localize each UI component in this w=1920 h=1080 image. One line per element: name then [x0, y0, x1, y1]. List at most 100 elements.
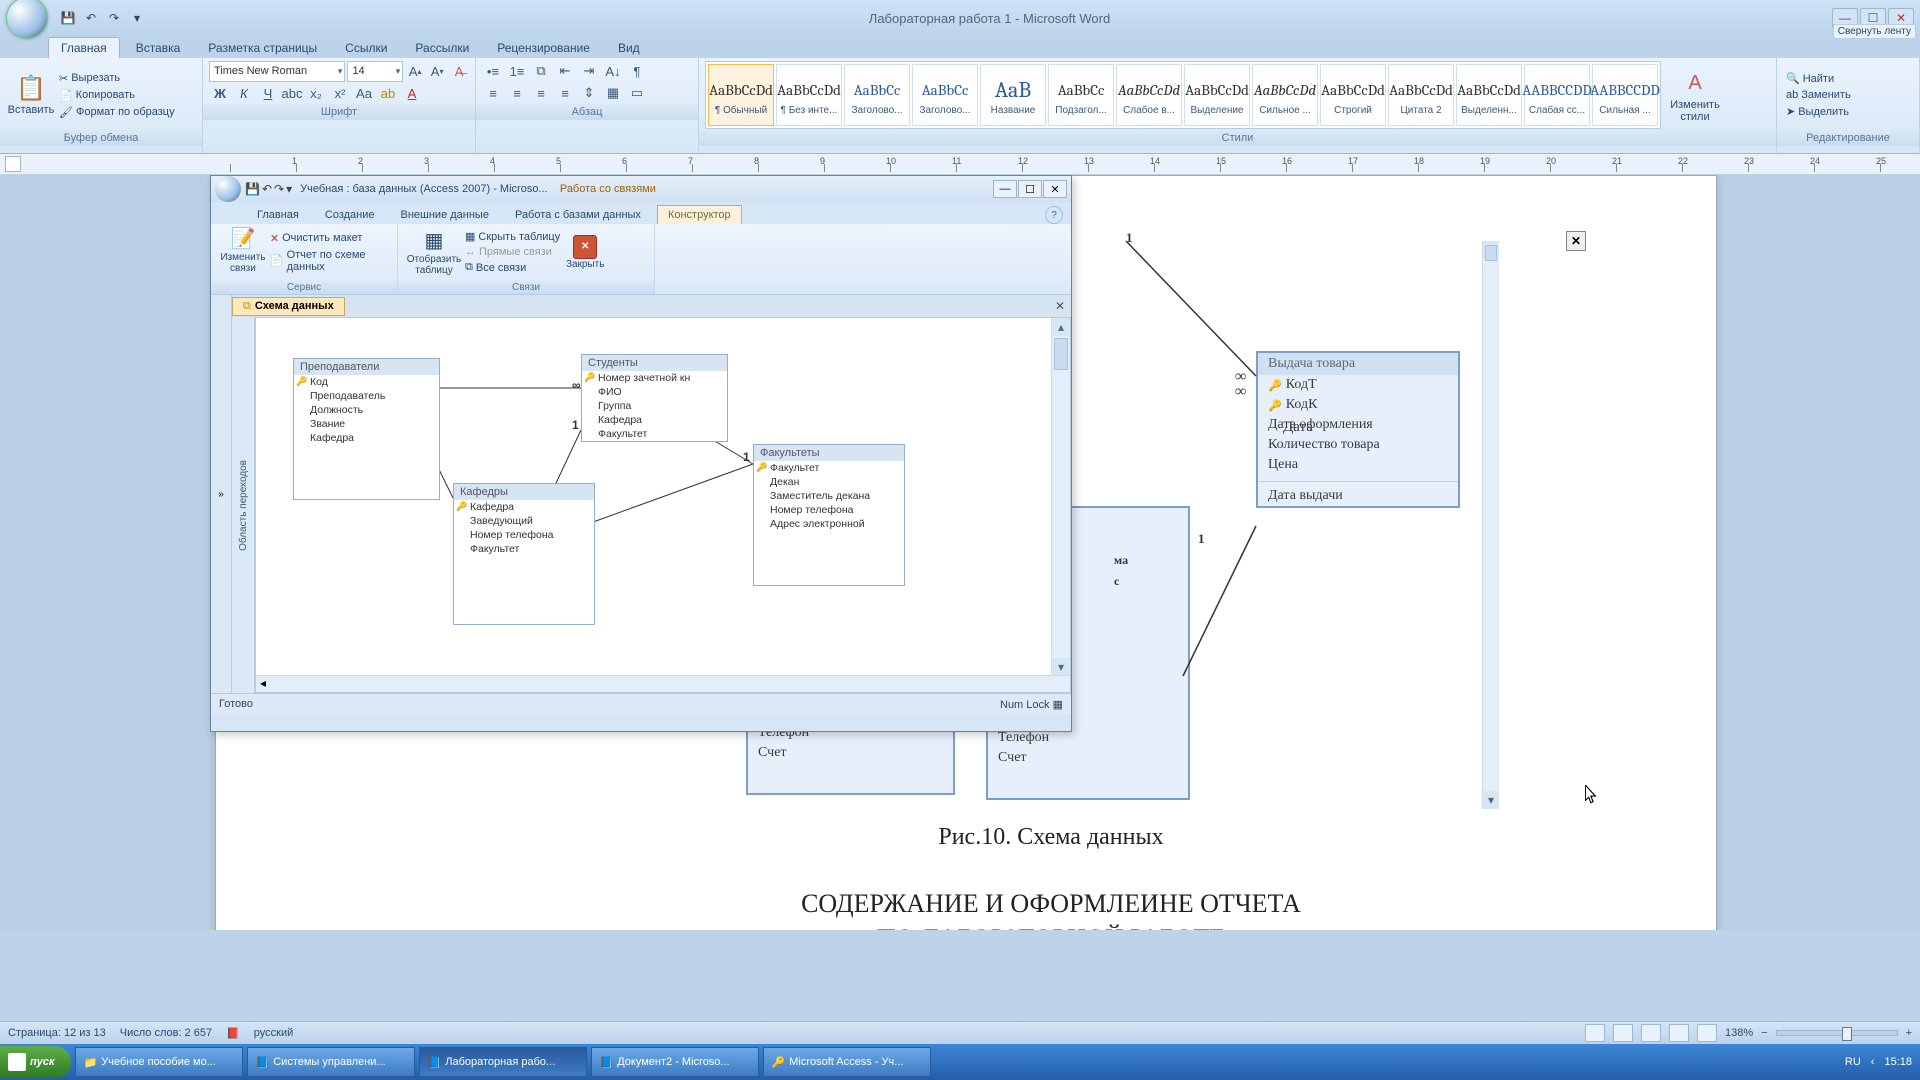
indent-dec-icon[interactable]: ⇤: [554, 60, 576, 82]
copy-button[interactable]: 📄Копировать: [56, 88, 178, 103]
schema-report-button[interactable]: 📄Отчет по схеме данных: [267, 248, 389, 274]
nav-pane-collapsed[interactable]: »: [211, 295, 232, 693]
view-print-layout-icon[interactable]: [1585, 1024, 1605, 1042]
style-item[interactable]: AaBbCcDdСтрогий: [1320, 64, 1386, 126]
table-fakultety[interactable]: Факультеты Факультет Декан Заместитель д…: [753, 444, 905, 586]
align-right-icon[interactable]: ≡: [530, 82, 552, 104]
status-words[interactable]: Число слов: 2 657: [120, 1027, 212, 1039]
style-item[interactable]: AaBbCcЗаголово...: [912, 64, 978, 126]
bullets-icon[interactable]: •≡: [482, 60, 504, 82]
case-icon[interactable]: Aa: [353, 82, 375, 104]
borders-icon[interactable]: ▭: [626, 82, 648, 104]
tray-lang[interactable]: RU: [1845, 1056, 1861, 1068]
show-table-button[interactable]: ▦ Отобразить таблицу: [406, 228, 462, 276]
select-button[interactable]: ➤Выделить: [1783, 104, 1913, 119]
access-titlebar[interactable]: 💾 ↶ ↷ ▾ Учебная : база данных (Access 20…: [211, 176, 1071, 202]
table-studenty[interactable]: Студенты Номер зачетной кн ФИО Группа Ка…: [581, 354, 728, 442]
zoom-level[interactable]: 138%: [1725, 1027, 1753, 1039]
access-tab-database[interactable]: Работа с базами данных: [505, 206, 651, 224]
tray-icon[interactable]: ‹: [1871, 1056, 1875, 1068]
scroll-thumb[interactable]: [1485, 245, 1497, 261]
zoom-slider[interactable]: [1776, 1030, 1898, 1036]
hide-table-button[interactable]: ▦Скрыть таблицу: [462, 229, 563, 244]
shrink-ribbon-hint[interactable]: Свернуть ленту: [1833, 24, 1916, 39]
zoom-knob[interactable]: [1842, 1027, 1852, 1041]
all-relations-button[interactable]: ⧉Все связи: [462, 260, 563, 275]
style-item[interactable]: AaBbCcПодзагол...: [1048, 64, 1114, 126]
access-tab-external[interactable]: Внешние данные: [391, 206, 499, 224]
scroll-down-icon[interactable]: ▾: [1483, 791, 1499, 809]
proofing-icon[interactable]: 📕: [226, 1027, 240, 1040]
show-marks-icon[interactable]: ¶: [626, 60, 648, 82]
tab-selector-icon[interactable]: [5, 156, 21, 172]
access-tab-create[interactable]: Создание: [315, 206, 385, 224]
view-outline-icon[interactable]: [1669, 1024, 1689, 1042]
access-window[interactable]: 💾 ↶ ↷ ▾ Учебная : база данных (Access 20…: [210, 175, 1072, 732]
tab-references[interactable]: Ссылки: [333, 38, 399, 58]
underline-icon[interactable]: Ч: [257, 82, 279, 104]
style-item[interactable]: AABBCCDDСлабая сс...: [1524, 64, 1590, 126]
undo-icon[interactable]: ↶: [262, 182, 272, 196]
clear-format-icon[interactable]: A̶: [449, 60, 469, 82]
nav-pane-label[interactable]: Область переходов: [232, 317, 255, 693]
style-item[interactable]: AaBbCcDdВыделенн...: [1456, 64, 1522, 126]
indent-inc-icon[interactable]: ⇥: [578, 60, 600, 82]
tab-layout[interactable]: Разметка страницы: [196, 38, 329, 58]
tab-insert[interactable]: Вставка: [124, 38, 193, 58]
style-item[interactable]: AaBbCcDdВыделение: [1184, 64, 1250, 126]
multilevel-icon[interactable]: ⧉: [530, 60, 552, 82]
help-icon[interactable]: ?: [1045, 206, 1063, 224]
taskbar-item-word3[interactable]: 📘Документ2 - Microso...: [591, 1047, 759, 1077]
justify-icon[interactable]: ≡: [554, 82, 576, 104]
zoom-in-icon[interactable]: +: [1906, 1027, 1912, 1039]
redo-icon[interactable]: ↷: [104, 8, 124, 28]
paste-button[interactable]: 📋 Вставить: [6, 60, 56, 128]
scroll-up-icon[interactable]: ▴: [1052, 318, 1070, 336]
style-item[interactable]: AABBCCDDСильная ...: [1592, 64, 1658, 126]
font-color-icon[interactable]: A: [401, 82, 423, 104]
start-button[interactable]: пуск: [0, 1046, 71, 1078]
save-icon[interactable]: 💾: [245, 182, 260, 196]
redo-icon[interactable]: ↷: [274, 182, 284, 196]
table-kafedry[interactable]: Кафедры Кафедра Заведующий Номер телефон…: [453, 483, 595, 625]
taskbar-item-word2[interactable]: 📘Лабораторная рабо...: [419, 1047, 587, 1077]
tab-home[interactable]: Главная: [48, 37, 120, 58]
tray-clock[interactable]: 15:18: [1884, 1056, 1912, 1068]
style-item[interactable]: AaBbCcDdСильное ...: [1252, 64, 1318, 126]
horizontal-ruler[interactable]: 1234567891011121314151617181920212223242…: [0, 154, 1920, 175]
taskbar-item-folder[interactable]: 📁Учебное пособие мо...: [75, 1047, 243, 1077]
maximize-button[interactable]: ☐: [1018, 180, 1042, 198]
line-spacing-icon[interactable]: ⇕: [578, 82, 600, 104]
access-vscroll[interactable]: ▴▾: [1051, 318, 1070, 692]
taskbar-item-access[interactable]: 🔑Microsoft Access - Уч...: [763, 1047, 931, 1077]
close-tab-icon[interactable]: ✕: [1053, 299, 1067, 313]
view-draft-icon[interactable]: [1697, 1024, 1717, 1042]
numbering-icon[interactable]: 1≡: [506, 60, 528, 82]
style-item[interactable]: AaBbCcDd¶ Обычный: [708, 64, 774, 126]
scroll-thumb[interactable]: [1054, 338, 1068, 370]
styles-gallery[interactable]: AaBbCcDd¶ ОбычныйAaBbCcDd¶ Без инте...Aa…: [705, 61, 1661, 129]
bold-icon[interactable]: Ж: [209, 82, 231, 104]
taskbar-item-word1[interactable]: 📘Системы управлени...: [247, 1047, 415, 1077]
office-button[interactable]: [6, 0, 48, 39]
strike-icon[interactable]: abc: [281, 82, 303, 104]
style-item[interactable]: AaBНазвание: [980, 64, 1046, 126]
style-item[interactable]: AaBbCcЗаголово...: [844, 64, 910, 126]
qat-dropdown-icon[interactable]: ▾: [127, 8, 147, 28]
cut-button[interactable]: ✂Вырезать: [56, 71, 178, 86]
style-item[interactable]: AaBbCcDdСлабое в...: [1116, 64, 1182, 126]
highlight-icon[interactable]: ab: [377, 82, 399, 104]
minimize-button[interactable]: —: [993, 180, 1017, 198]
style-item[interactable]: AaBbCcDdЦитата 2: [1388, 64, 1454, 126]
view-web-layout-icon[interactable]: [1641, 1024, 1661, 1042]
clear-layout-button[interactable]: ✕Очистить макет: [267, 231, 389, 246]
figure-scrollbar[interactable]: ▴ ▾: [1482, 241, 1499, 809]
find-button[interactable]: 🔍Найти: [1783, 71, 1913, 86]
access-tab-design[interactable]: Конструктор: [657, 205, 742, 224]
format-painter-button[interactable]: 🖌Формат по образцу: [56, 105, 178, 120]
subscript-icon[interactable]: x₂: [305, 82, 327, 104]
superscript-icon[interactable]: x²: [329, 82, 351, 104]
edit-relations-button[interactable]: 📝 Изменить связи: [219, 226, 267, 278]
view-icon[interactable]: ▦: [1053, 699, 1063, 711]
replace-button[interactable]: abЗаменить: [1783, 88, 1913, 102]
